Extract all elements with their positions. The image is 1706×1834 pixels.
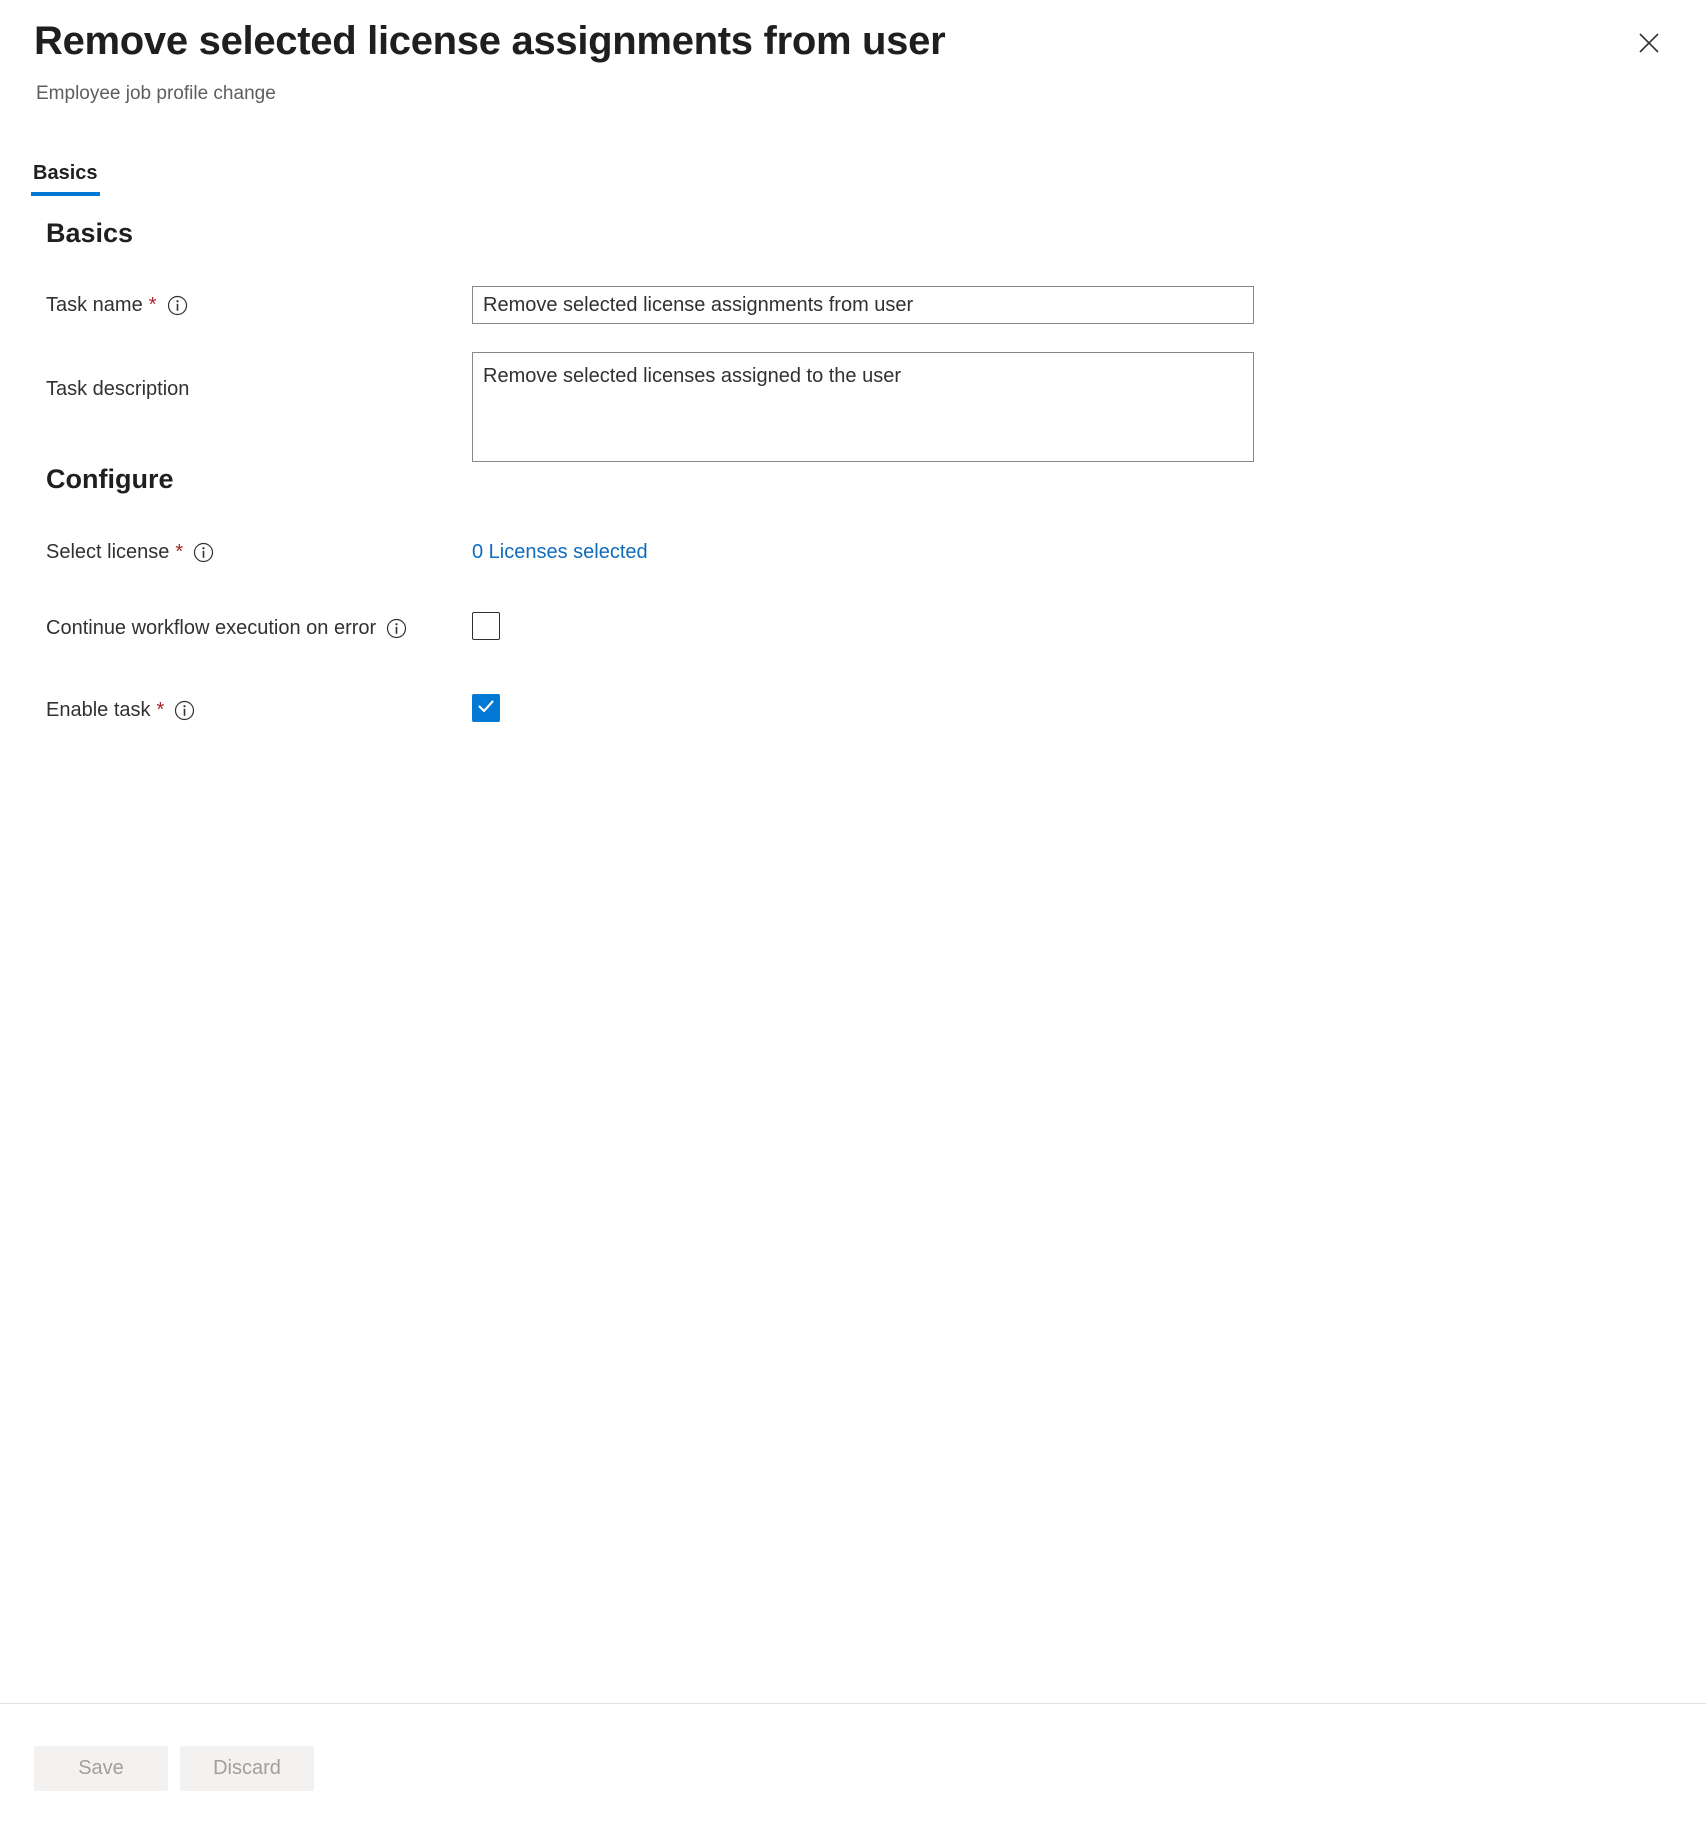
label-task-name: Task name * bbox=[46, 292, 188, 318]
page-title: Remove selected license assignments from… bbox=[34, 19, 946, 63]
save-button[interactable]: Save bbox=[34, 1746, 168, 1791]
form-row-select-license: Select license * 0 Licenses selected bbox=[0, 536, 1706, 572]
select-license-link[interactable]: 0 Licenses selected bbox=[472, 539, 648, 565]
form-row-task-description: Task description bbox=[0, 352, 1706, 464]
continue-on-error-checkbox[interactable] bbox=[472, 612, 500, 640]
info-icon[interactable] bbox=[386, 618, 407, 639]
enable-task-checkbox[interactable] bbox=[472, 694, 500, 722]
panel-footer: Save Discard bbox=[0, 1703, 1706, 1834]
label-task-description: Task description bbox=[46, 376, 189, 402]
tab-basics[interactable]: Basics bbox=[31, 160, 100, 196]
form-row-task-name: Task name * bbox=[0, 286, 1706, 326]
label-enable-task: Enable task * bbox=[46, 697, 195, 723]
section-heading-basics: Basics bbox=[46, 218, 134, 248]
info-icon[interactable] bbox=[174, 700, 195, 721]
required-indicator: * bbox=[156, 699, 165, 721]
tab-strip: Basics bbox=[0, 160, 1706, 204]
tab-basics-label: Basics bbox=[33, 162, 98, 184]
label-continue-on-error: Continue workflow execution on error bbox=[46, 615, 407, 641]
label-continue-on-error-text: Continue workflow execution on error bbox=[46, 617, 377, 639]
required-indicator: * bbox=[148, 294, 157, 316]
task-description-textarea[interactable] bbox=[472, 352, 1254, 462]
required-indicator: * bbox=[175, 541, 184, 563]
discard-button[interactable]: Discard bbox=[180, 1746, 314, 1791]
footer-actions: Save Discard bbox=[34, 1746, 314, 1791]
form-row-continue-on-error: Continue workflow execution on error bbox=[0, 612, 1706, 646]
checkmark-icon bbox=[476, 696, 496, 721]
info-icon[interactable] bbox=[167, 295, 188, 316]
label-enable-task-text: Enable task bbox=[46, 699, 151, 721]
task-details-panel: Remove selected license assignments from… bbox=[0, 0, 1706, 1834]
form-row-enable-task: Enable task * bbox=[0, 694, 1706, 728]
label-task-description-text: Task description bbox=[46, 378, 190, 400]
page-subtitle: Employee job profile change bbox=[36, 83, 276, 104]
section-heading-configure: Configure bbox=[46, 464, 174, 494]
info-icon[interactable] bbox=[193, 542, 214, 563]
panel-header: Remove selected license assignments from… bbox=[0, 0, 1706, 140]
close-icon bbox=[1636, 30, 1662, 56]
tab-selected-indicator bbox=[31, 192, 100, 196]
task-name-input[interactable] bbox=[472, 286, 1254, 324]
close-button[interactable] bbox=[1628, 22, 1670, 64]
label-select-license: Select license * bbox=[46, 539, 214, 565]
label-select-license-text: Select license bbox=[46, 541, 170, 563]
label-task-name-text: Task name bbox=[46, 294, 143, 316]
